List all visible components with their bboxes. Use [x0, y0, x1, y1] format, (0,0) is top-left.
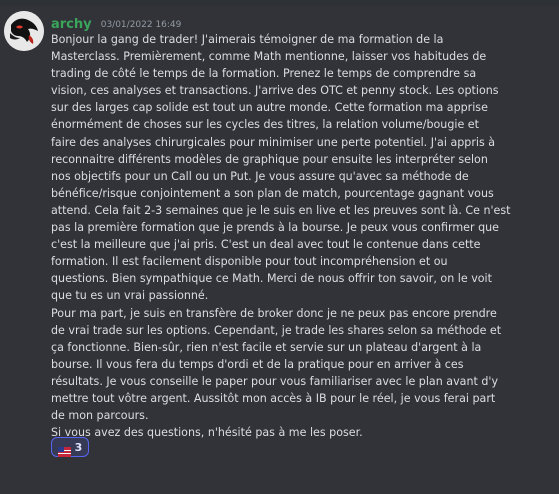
message-content: Bonjour la gang de trader! J'aimerais té…: [51, 31, 551, 441]
message-header: archy 03/01/2022 16:49: [51, 13, 182, 32]
flag-icon: [57, 442, 71, 457]
message-paragraph: Si vous avez des questions, n'hésité pas…: [51, 426, 363, 440]
username[interactable]: archy: [51, 17, 92, 32]
message-paragraph: Pour ma part, je suis en transfère de br…: [51, 306, 502, 423]
timestamp: 03/01/2022 16:49: [100, 20, 182, 30]
message-paragraph: Bonjour la gang de trader! J'aimerais té…: [51, 33, 511, 303]
chat-message: archy 03/01/2022 16:49 Bonjour la gang d…: [0, 0, 559, 494]
avatar-image: [4, 11, 44, 51]
avatar[interactable]: [4, 11, 44, 51]
reaction-count: 3: [74, 440, 83, 454]
divider: [0, 0, 559, 6]
reaction-button[interactable]: 3: [51, 437, 89, 457]
